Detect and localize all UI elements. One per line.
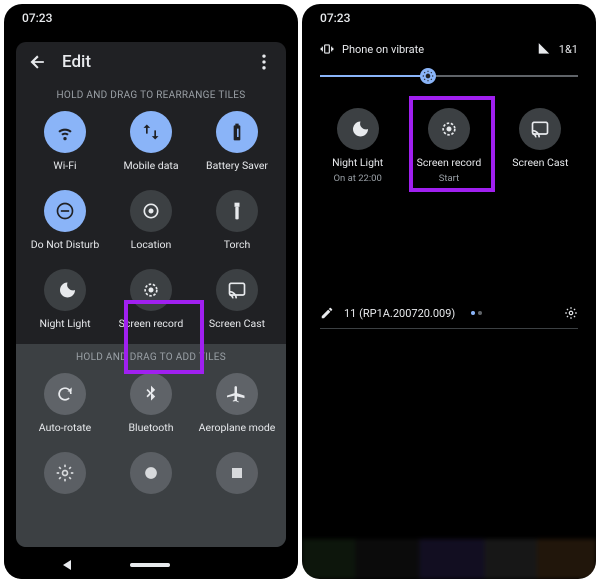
location-icon <box>130 190 172 232</box>
vibrate-text: Phone on vibrate <box>342 43 424 56</box>
status-bar: 07:23 <box>302 4 596 32</box>
qs-tile-screen-cast[interactable]: Screen Cast <box>495 108 586 184</box>
vibrate-icon <box>320 42 334 56</box>
edit-header: Edit <box>16 42 286 82</box>
wifi-icon <box>44 111 86 153</box>
pencil-icon[interactable] <box>320 306 334 320</box>
add-tiles-section: HOLD AND DRAG TO ADD TILES Auto-rotate B… <box>16 344 286 547</box>
status-time: 07:23 <box>22 11 52 25</box>
tile-auto-rotate[interactable]: Auto-rotate <box>22 373 108 434</box>
partial-icon <box>130 452 172 494</box>
settings-gear-icon[interactable] <box>564 306 578 320</box>
tile-aeroplane[interactable]: Aeroplane mode <box>194 373 280 434</box>
tile-label: Battery Saver <box>206 159 268 172</box>
tile-label: Screen Cast <box>209 317 265 330</box>
tile-label: Bluetooth <box>129 421 174 434</box>
divider <box>320 328 578 329</box>
more-icon[interactable] <box>254 52 274 72</box>
brightness-thumb-icon[interactable] <box>420 68 436 84</box>
qs-tiles-row: Night Light On at 22:00 Screen record St… <box>302 102 596 208</box>
record-icon <box>130 269 172 311</box>
tile-location[interactable]: Location <box>108 190 194 251</box>
page-indicator <box>471 311 482 315</box>
brightness-slider[interactable] <box>320 64 578 88</box>
tile-sublabel: On at 22:00 <box>333 173 381 184</box>
phone-right-quick-settings: 07:23 Phone on vibrate 1&1 Night Light O… <box>302 4 596 579</box>
tile-torch[interactable]: Torch <box>194 190 280 251</box>
active-tiles-grid: Wi-Fi Mobile data Battery Saver Do Not D… <box>16 111 286 344</box>
brightness-fill <box>320 75 428 77</box>
bluetooth-icon <box>130 373 172 415</box>
tile-label: Night Light <box>332 156 383 169</box>
cast-icon <box>519 108 561 150</box>
tile-label: Aeroplane mode <box>199 421 276 434</box>
blurred-launcher-peek <box>302 539 596 579</box>
tile-label: Screen record <box>417 156 482 169</box>
torch-icon <box>216 190 258 232</box>
tile-label: Night Light <box>39 317 90 330</box>
nav-home-pill[interactable] <box>130 563 170 567</box>
tile-label: Screen record <box>119 317 184 330</box>
cast-icon <box>216 269 258 311</box>
partial-icon <box>216 452 258 494</box>
moon-icon <box>44 269 86 311</box>
plane-icon <box>216 373 258 415</box>
phone-left-edit-tiles: 07:23 Edit HOLD AND DRAG TO REARRANGE TI… <box>4 4 298 579</box>
moon-icon <box>337 108 379 150</box>
record-icon <box>428 108 470 150</box>
signal-text: 1&1 <box>559 43 578 56</box>
tile-mobile-data[interactable]: Mobile data <box>108 111 194 172</box>
tile-label: Wi-Fi <box>53 159 76 172</box>
status-bar: 07:23 <box>4 4 298 32</box>
tile-label: Torch <box>224 238 251 251</box>
edit-title: Edit <box>62 52 240 72</box>
partial-icon <box>44 452 86 494</box>
rearrange-hint: HOLD AND DRAG TO REARRANGE TILES <box>16 82 286 111</box>
back-icon[interactable] <box>28 52 48 72</box>
tile-sublabel: Start <box>439 173 459 184</box>
rotate-icon <box>44 373 86 415</box>
tile-wifi[interactable]: Wi-Fi <box>22 111 108 172</box>
swap-icon <box>130 111 172 153</box>
qs-tile-night-light[interactable]: Night Light On at 22:00 <box>312 108 403 184</box>
tile-screen-record[interactable]: Screen record <box>108 269 194 330</box>
signal-icon <box>537 42 551 56</box>
build-text: 11 (RP1A.200720.009) <box>344 307 455 320</box>
dnd-icon <box>44 190 86 232</box>
tile-partial[interactable] <box>22 452 108 474</box>
tile-label: Do Not Disturb <box>31 238 100 251</box>
tile-dnd[interactable]: Do Not Disturb <box>22 190 108 251</box>
page-dot-active <box>471 311 475 315</box>
nav-bar <box>4 551 298 579</box>
qs-tile-screen-record[interactable]: Screen record Start <box>403 108 494 184</box>
tile-label: Mobile data <box>123 159 178 172</box>
tile-partial[interactable] <box>194 452 280 474</box>
build-row: 11 (RP1A.200720.009) <box>302 298 596 328</box>
qs-status-row: Phone on vibrate 1&1 <box>302 32 596 62</box>
page-dot <box>478 311 482 315</box>
add-hint: HOLD AND DRAG TO ADD TILES <box>16 344 286 373</box>
status-time: 07:23 <box>320 11 350 25</box>
tile-label: Auto-rotate <box>39 421 91 434</box>
tile-label: Screen Cast <box>512 156 568 169</box>
battery-icon <box>216 111 258 153</box>
qs-edit-panel: Edit HOLD AND DRAG TO REARRANGE TILES Wi… <box>16 42 286 547</box>
nav-back-icon[interactable] <box>63 560 71 570</box>
add-tiles-grid: Auto-rotate Bluetooth Aeroplane mode <box>16 373 286 478</box>
tile-night-light[interactable]: Night Light <box>22 269 108 330</box>
tile-bluetooth[interactable]: Bluetooth <box>108 373 194 434</box>
tile-label: Location <box>131 238 172 251</box>
tile-screen-cast[interactable]: Screen Cast <box>194 269 280 330</box>
tile-partial[interactable] <box>108 452 194 474</box>
tile-battery-saver[interactable]: Battery Saver <box>194 111 280 172</box>
